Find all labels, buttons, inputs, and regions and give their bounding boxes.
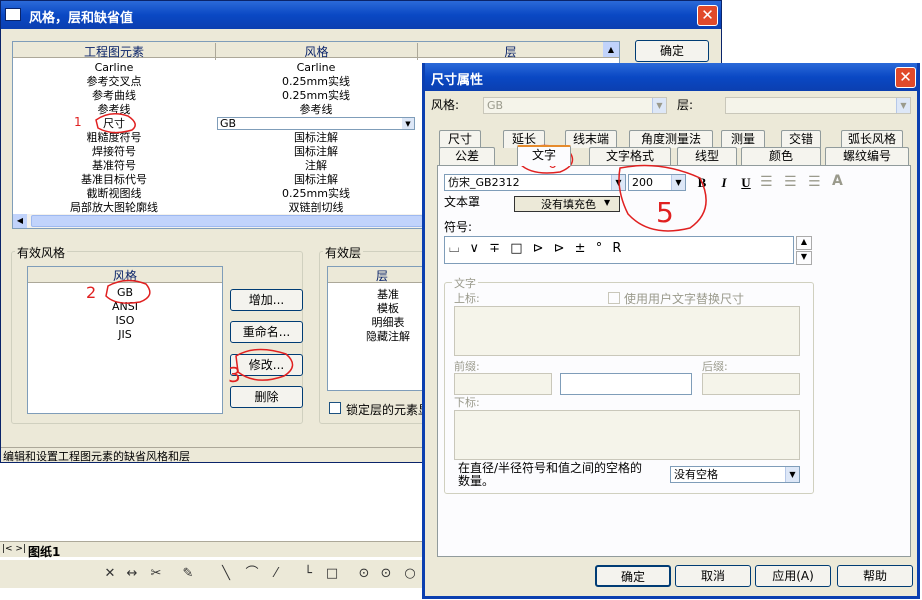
annotation-circle-modify — [235, 348, 294, 381]
annotation-1: 1 — [74, 115, 82, 129]
annotation-2: 2 — [86, 283, 96, 302]
annotation-circle-gb — [105, 279, 151, 304]
annotation-3: 3 — [228, 363, 241, 387]
annotation-circle-dimension — [95, 113, 136, 134]
annotation-layer: 1 2 3 6 5 — [74, 113, 707, 387]
annotation-5: 5 — [656, 196, 674, 229]
tab-text[interactable]: 文字 — [517, 145, 571, 166]
